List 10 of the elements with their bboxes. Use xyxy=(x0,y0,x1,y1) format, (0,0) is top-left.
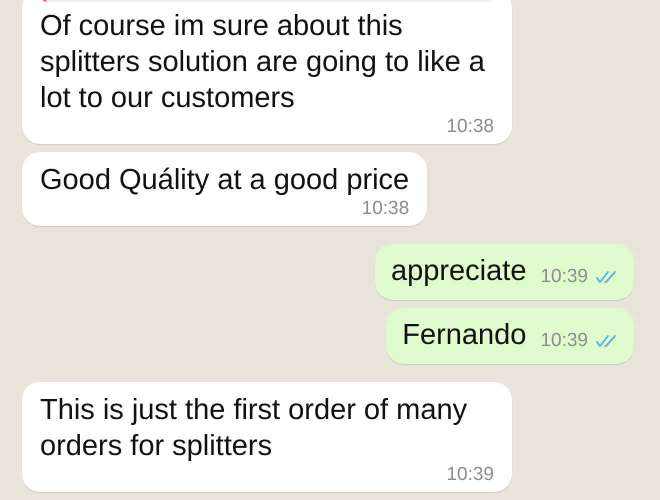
message-text: This is just the first order of many orders for splitters xyxy=(40,393,468,464)
message-text: Fernando xyxy=(402,318,526,353)
message-time: 10:39 xyxy=(540,266,588,288)
message-time: 10:38 xyxy=(362,198,410,220)
message-time: 10:38 xyxy=(446,116,494,138)
message-text: Of course im sure about this splitters solution are going to like a lot to our customers xyxy=(40,9,486,116)
message-time: 10:39 xyxy=(446,464,494,486)
message-text: Good Quálity at a good price xyxy=(40,163,410,198)
message-time: 10:39 xyxy=(540,330,588,352)
message-text: appreciate xyxy=(391,254,526,289)
